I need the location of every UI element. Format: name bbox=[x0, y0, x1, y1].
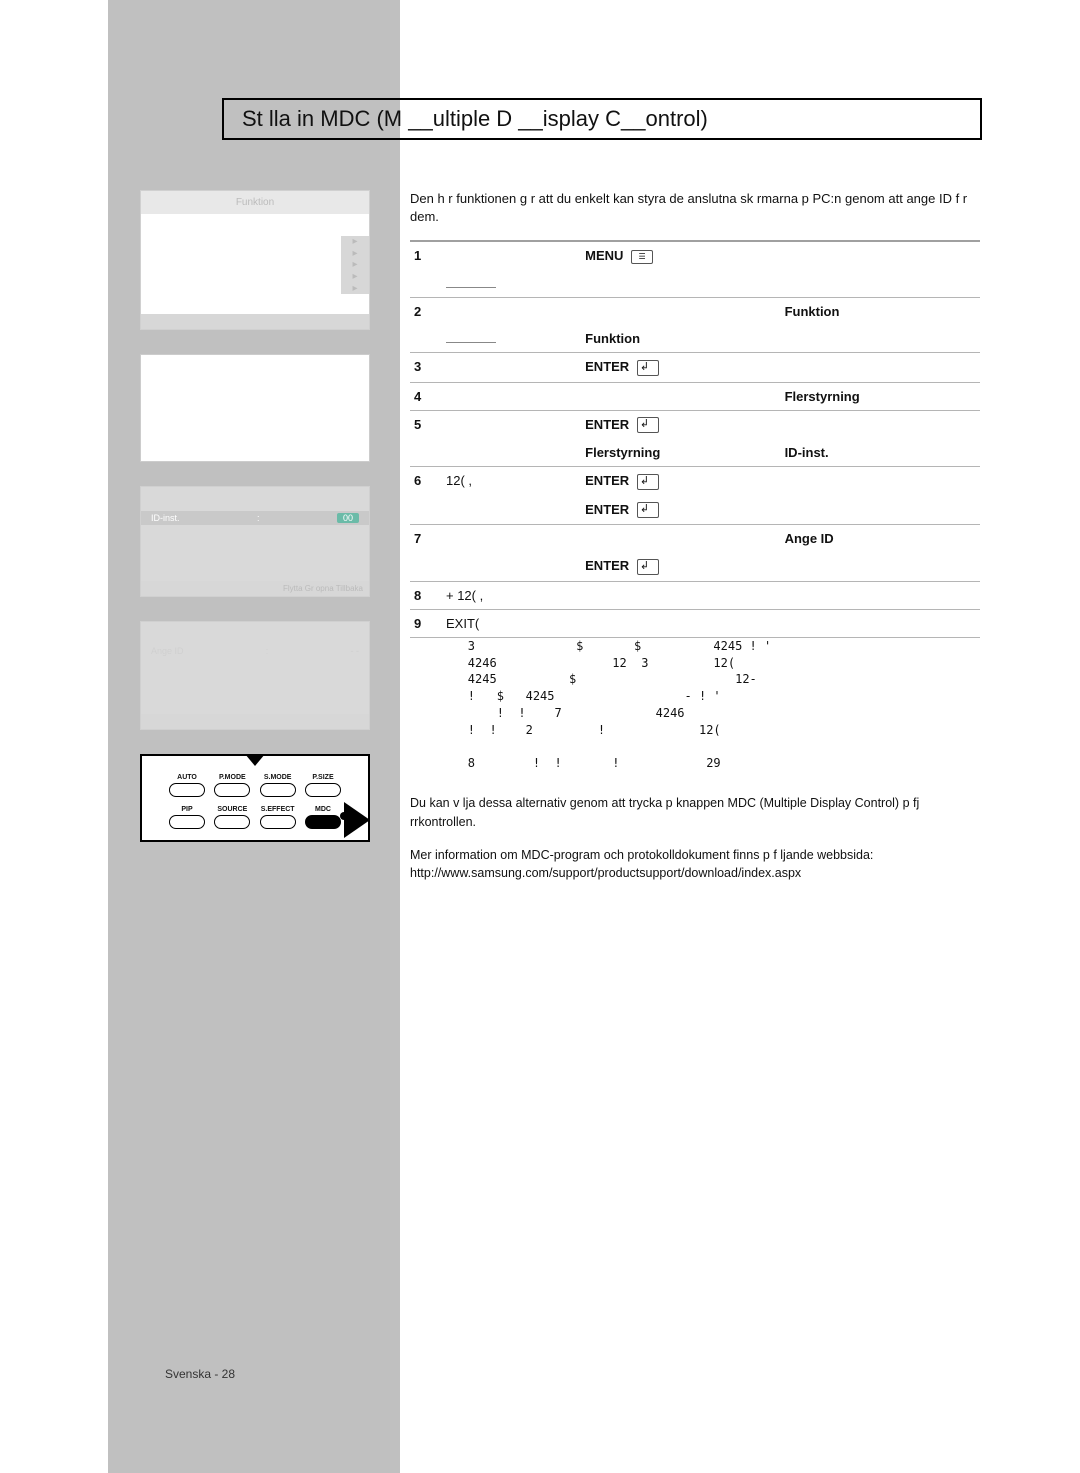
step-label: MENU bbox=[585, 248, 623, 263]
step-num: 4 bbox=[410, 382, 442, 410]
osd-footer-text: Flytta Gr opna Tillbaka bbox=[141, 581, 369, 596]
garbled-text-block: 3 $ $ 4245 ! ' 4246 12 3 12( 4245 $ 12- … bbox=[410, 638, 980, 772]
footnote-url: http://www.samsung.com/support/productsu… bbox=[410, 864, 980, 883]
remote-control-diagram: AUTO P.MODE S.MODE P.SIZE PIP SOURCE S.E… bbox=[140, 754, 370, 842]
step-sub2: ID-inst. bbox=[781, 439, 980, 467]
remote-btn-smode: S.MODE bbox=[257, 774, 299, 797]
step-num: 6 bbox=[410, 467, 442, 496]
osd-arrow-band: ▸▸▸▸▸ bbox=[341, 236, 369, 294]
osd-footer bbox=[141, 314, 369, 329]
step-num: 5 bbox=[410, 410, 442, 439]
remote-btn-psize: P.SIZE bbox=[302, 774, 344, 797]
enter-icon bbox=[637, 502, 659, 518]
osd-header: Funktion bbox=[141, 191, 369, 214]
step-num: 3 bbox=[410, 352, 442, 382]
footnote-1: Du kan v lja dessa alternativ genom att … bbox=[410, 794, 980, 832]
step-label2: ENTER bbox=[585, 502, 629, 517]
content-column: Den h r funktionen g r att du enkelt kan… bbox=[410, 90, 980, 883]
intro-paragraph: Den h r funktionen g r att du enkelt kan… bbox=[410, 190, 980, 226]
remote-btn-seffect: S.EFFECT bbox=[257, 806, 299, 829]
enter-icon bbox=[637, 559, 659, 575]
osd-row-label: Ange ID bbox=[151, 646, 184, 656]
step-left: EXIT( bbox=[442, 609, 980, 637]
osd-row-value: 00 bbox=[337, 513, 359, 523]
page-number: Svenska - 28 bbox=[0, 1367, 400, 1381]
osd-row-angeid: Ange ID : - - bbox=[141, 644, 369, 658]
remote-btn-pmode: P.MODE bbox=[211, 774, 253, 797]
osd-row-idinst: ID-inst. : 00 bbox=[141, 511, 369, 525]
chevron-down-icon bbox=[245, 754, 265, 766]
osd-panel-angeid: Ange ID : - - bbox=[140, 621, 370, 730]
step-num: 9 bbox=[410, 609, 442, 637]
step-sub1: Flerstyrning bbox=[581, 439, 780, 467]
finger-pointer-icon bbox=[344, 802, 370, 838]
step-sub: ENTER bbox=[585, 558, 629, 573]
step-label: ENTER bbox=[585, 359, 629, 374]
step-label: ENTER bbox=[585, 473, 629, 488]
osd-row-value: - - bbox=[350, 646, 359, 656]
remote-btn-auto: AUTO bbox=[166, 774, 208, 797]
enter-icon bbox=[637, 474, 659, 490]
step-num: 7 bbox=[410, 525, 442, 553]
footnote-2: Mer information om MDC-program och proto… bbox=[410, 846, 980, 865]
remote-btn-source: SOURCE bbox=[211, 806, 253, 829]
step-num: 8 bbox=[410, 581, 442, 609]
step-label: Funktion bbox=[781, 297, 980, 325]
osd-panel-funktion: Funktion ▸▸▸▸▸ bbox=[140, 190, 370, 330]
left-gray-column: Funktion ▸▸▸▸▸ ID-inst. : 00 bbox=[108, 0, 400, 1473]
osd-row-label: ID-inst. bbox=[151, 513, 180, 523]
osd-panel-idinst: ID-inst. : 00 Flytta Gr opna Tillbaka bbox=[140, 486, 370, 597]
step-label: Ange ID bbox=[781, 525, 980, 553]
step-sub: Funktion bbox=[581, 325, 780, 353]
manual-page: Funktion ▸▸▸▸▸ ID-inst. : 00 bbox=[0, 0, 1080, 1473]
menu-icon: ☰ bbox=[631, 250, 653, 264]
step-label: ENTER bbox=[585, 417, 629, 432]
remote-btn-pip: PIP bbox=[166, 806, 208, 829]
step-left: 12( , bbox=[442, 467, 581, 496]
enter-icon bbox=[637, 417, 659, 433]
steps-table: 1 MENU ☰ 2 Funktion Funktion 3 ENTER 4 F… bbox=[410, 240, 980, 637]
step-left: + 12( , bbox=[442, 581, 980, 609]
enter-icon bbox=[637, 360, 659, 376]
step-num: 1 bbox=[410, 241, 442, 270]
step-num: 2 bbox=[410, 297, 442, 325]
step-label: Flerstyrning bbox=[781, 382, 980, 410]
osd-panel-blank bbox=[140, 354, 370, 462]
remote-btn-mdc: MDC bbox=[302, 806, 344, 829]
